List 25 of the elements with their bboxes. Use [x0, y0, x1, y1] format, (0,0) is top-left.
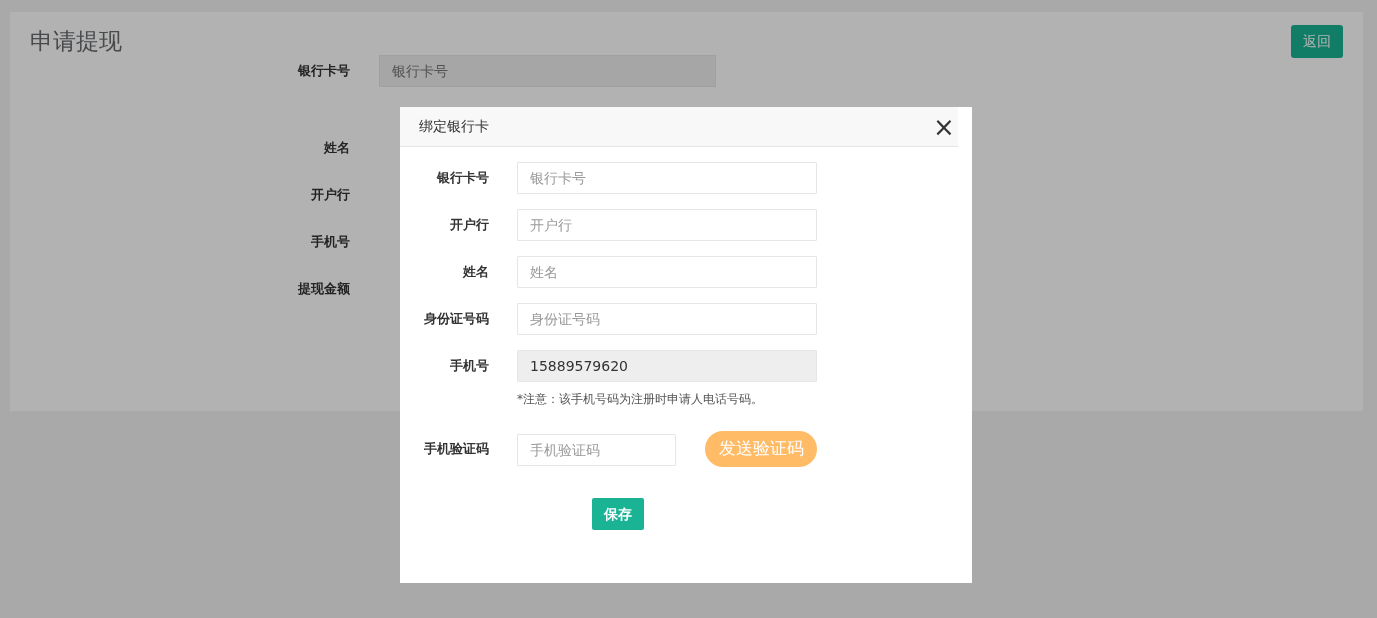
page-title: 申请提现: [30, 30, 122, 53]
field-label: 手机号: [449, 357, 490, 375]
field-label: 银行卡号: [435, 169, 490, 187]
note-text: *注意：该手机号码为注册时申请人电话号码。: [517, 391, 764, 408]
input-field[interactable]: 银行卡号: [517, 162, 817, 194]
field-label: 手机号: [310, 232, 351, 251]
modal-title: 绑定银行卡: [419, 117, 489, 136]
input-field[interactable]: 身份证号码: [517, 303, 817, 335]
back-button[interactable]: 返回: [1291, 25, 1343, 58]
save-button[interactable]: 保存: [592, 498, 644, 530]
field-label: 开户行: [449, 216, 490, 234]
field-label: 姓名: [462, 263, 490, 281]
input-field[interactable]: 银行卡号: [379, 54, 716, 87]
field-label: 姓名: [323, 138, 351, 157]
field-label: 银行卡号: [296, 61, 351, 80]
input-field[interactable]: 姓名: [517, 256, 817, 288]
field-label: 提现金额: [297, 279, 351, 298]
input-field[interactable]: 手机验证码: [517, 434, 676, 466]
close-button[interactable]: ×: [930, 113, 958, 140]
send-code-button[interactable]: 发送验证码: [705, 431, 817, 467]
field-label: 身份证号码: [423, 310, 490, 328]
input-field[interactable]: 15889579620: [517, 350, 817, 382]
field-label: 手机验证码: [423, 440, 490, 458]
field-label: 开户行: [310, 185, 351, 204]
input-field[interactable]: 开户行: [517, 209, 817, 241]
